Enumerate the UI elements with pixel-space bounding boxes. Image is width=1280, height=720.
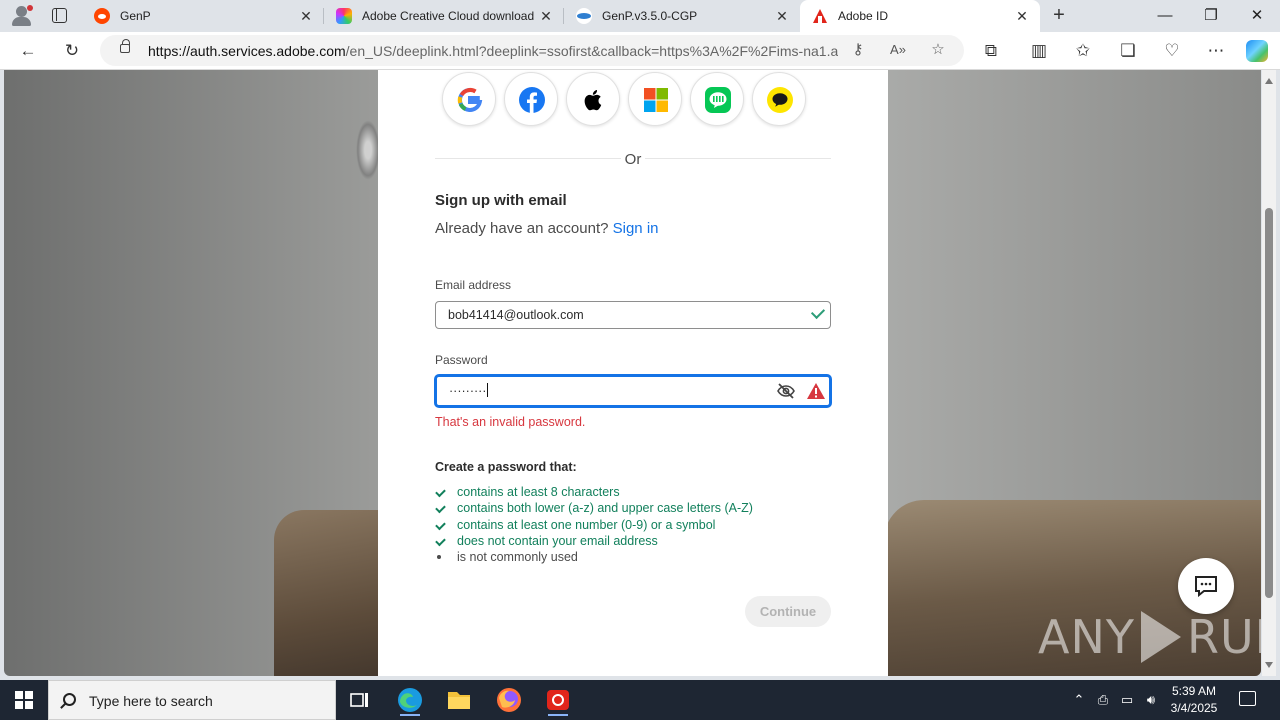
window-close-icon[interactable]: ✕ [1234,0,1280,32]
browser-toolbar: ← ↻ https://auth.services.adobe.com/en_U… [0,32,1280,70]
microsoft-icon[interactable] [628,72,682,126]
extensions-icon[interactable]: ⧉ [981,41,1001,61]
lock-icon[interactable] [120,39,130,53]
tab-creative-cloud[interactable]: Adobe Creative Cloud download ✕ [324,0,564,32]
tab-title: GenP [120,9,151,23]
social-login-row [442,72,806,126]
signup-heading: Sign up with email [435,192,567,209]
scrollbar-thumb[interactable] [1265,208,1273,598]
reddit-icon [94,8,110,24]
already-have-account: Already have an account? Sign in [435,220,659,237]
collections-icon[interactable]: ❏ [1118,41,1138,61]
email-value: bob41414@outlook.com [448,308,584,322]
tab-genp-cgp[interactable]: GenP.v3.5.0-CGP ✕ [564,0,800,32]
password-rule: contains at least one number (0-9) or a … [435,517,753,533]
show-hidden-icons-icon[interactable]: ⌃ [1070,690,1088,710]
play-icon [1140,611,1181,663]
continue-button[interactable]: Continue [745,596,831,627]
cgp-icon [576,8,592,24]
password-value: ········· [449,383,489,398]
close-tab-icon[interactable]: ✕ [538,8,554,25]
anyrun-watermark: ANYRUN [1038,610,1261,664]
windows-start-icon[interactable] [15,691,33,709]
tab-genp[interactable]: GenP ✕ [82,0,324,32]
apple-icon[interactable] [566,72,620,126]
email-field[interactable]: bob41414@outlook.com [435,301,831,329]
password-field[interactable]: ········· [435,375,831,407]
password-label: Password [435,353,488,367]
volume-icon[interactable]: 🔊︎ [1142,690,1160,710]
browser-essentials-icon[interactable]: ♡ [1162,41,1182,61]
email-label: Email address [435,278,512,292]
line-icon[interactable] [690,72,744,126]
tab-strip: GenP ✕ Adobe Creative Cloud download ✕ G… [0,0,1280,32]
close-tab-icon[interactable]: ✕ [774,8,790,25]
chat-support-button[interactable] [1178,558,1234,614]
signup-card: Or Sign up with email Already have an ac… [378,70,888,676]
or-text: Or [621,151,645,168]
address-bar[interactable]: https://auth.services.adobe.com/en_US/de… [100,35,964,66]
favorite-star-icon[interactable]: ☆ [928,40,948,60]
favorites-icon[interactable]: ✩ [1073,41,1093,61]
page-viewport: Or Sign up with email Already have an ac… [4,70,1261,676]
notification-icon[interactable] [1239,691,1256,706]
app-taskbar-icon[interactable] [540,684,576,716]
key-icon[interactable]: ⚷ [848,40,868,60]
eye-slash-icon[interactable] [777,383,795,402]
network-icon[interactable]: ▭ [1118,690,1136,710]
profile-icon[interactable] [10,5,34,27]
clock-time: 5:39 AM [1171,684,1217,698]
clock-date: 3/4/2025 [1170,701,1218,715]
url-text[interactable]: https://auth.services.adobe.com/en_US/de… [148,43,838,59]
file-explorer-icon[interactable] [441,684,477,716]
tab-title: Adobe Creative Cloud download [362,9,535,23]
more-menu-icon[interactable]: ⋯ [1206,41,1226,61]
kakaotalk-icon[interactable] [752,72,806,126]
device-icon[interactable]: ⎙ [1094,690,1112,710]
search-placeholder: Type here to search [89,693,213,709]
creative-cloud-icon [336,8,352,24]
checkmark-icon [810,304,826,320]
tab-actions-icon[interactable] [52,8,67,23]
sign-in-link[interactable]: Sign in [613,220,659,237]
close-tab-icon[interactable]: ✕ [298,8,314,25]
already-text: Already have an account? [435,220,609,237]
split-screen-icon[interactable]: ▥ [1029,41,1049,61]
password-error-message: That's an invalid password. [435,415,586,429]
password-rules-list: contains at least 8 characters contains … [435,484,753,565]
firefox-icon[interactable] [491,684,527,716]
system-clock[interactable]: 5:39 AM 3/4/2025 [1160,683,1228,717]
task-view-icon[interactable] [342,684,378,716]
facebook-icon[interactable] [504,72,558,126]
adobe-icon [812,8,828,24]
password-rule: is not commonly used [435,549,753,565]
chat-icon [1195,576,1217,597]
edge-taskbar-icon[interactable] [392,684,428,716]
scroll-down-icon[interactable] [1265,662,1273,668]
read-aloud-icon[interactable]: A» [888,40,908,60]
refresh-icon[interactable]: ↻ [62,41,82,61]
taskbar-search[interactable]: Type here to search [48,680,336,720]
password-rules-heading: Create a password that: [435,460,577,474]
scroll-up-icon[interactable] [1265,78,1273,84]
warning-icon [806,382,826,403]
vertical-scrollbar[interactable] [1262,70,1276,676]
password-rule: does not contain your email address [435,533,753,549]
maximize-icon[interactable]: ❐ [1188,0,1234,32]
close-tab-icon[interactable]: ✕ [1014,8,1030,25]
minimize-icon[interactable]: — [1142,0,1188,32]
tab-title: Adobe ID [838,9,889,23]
password-rule: contains at least 8 characters [435,484,753,500]
background-photo-wood [274,510,394,676]
search-icon [63,693,76,706]
password-rule: contains both lower (a-z) and upper case… [435,500,753,516]
back-arrow-icon[interactable]: ← [18,41,38,61]
tab-adobe-id[interactable]: Adobe ID ✕ [800,0,1040,32]
new-tab-icon[interactable]: + [1048,5,1070,27]
windows-taskbar: Type here to search ⌃ ⎙ ▭ 🔊︎ 5:39 AM 3/4… [0,680,1280,720]
google-icon[interactable] [442,72,496,126]
background-photo-plant [356,120,380,180]
copilot-icon[interactable] [1246,40,1268,62]
tab-title: GenP.v3.5.0-CGP [602,9,698,23]
